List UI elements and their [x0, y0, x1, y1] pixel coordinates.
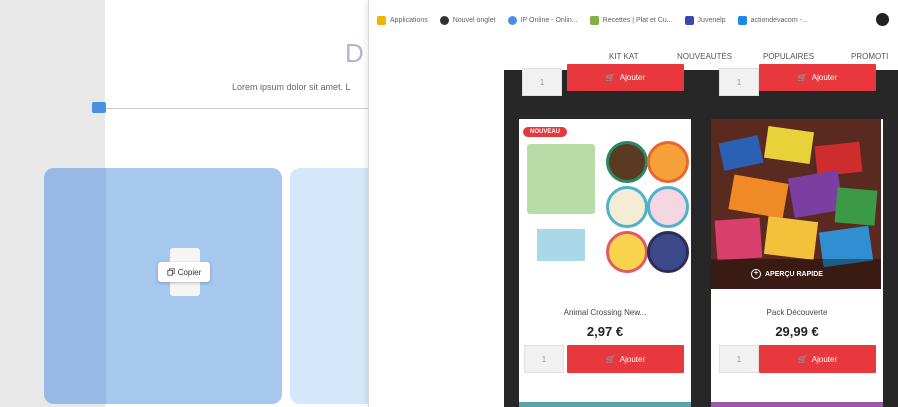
copy-button[interactable]: Copier: [158, 262, 210, 282]
bookmark-applications[interactable]: Applications: [377, 15, 428, 25]
snack-pack: [814, 141, 863, 177]
next-card-edge: [711, 402, 883, 407]
apps-grid-icon: [377, 15, 386, 25]
character-icon: [606, 231, 648, 273]
globe-icon: [439, 15, 449, 25]
nav-populaires[interactable]: POPULAIRES: [763, 52, 814, 61]
product-price: 2,97 €: [586, 324, 624, 339]
plus-circle-icon: +: [751, 269, 761, 279]
copy-tooltip-top: [170, 248, 200, 262]
divider: [100, 108, 368, 109]
quantity-input[interactable]: 1: [522, 68, 562, 96]
copy-tooltip-bottom: [170, 282, 200, 296]
lorem-text: Lorem ipsum dolor sit amet. L: [232, 82, 351, 92]
snack-pack: [728, 174, 789, 219]
nav-kit-kat[interactable]: KIT KAT: [609, 52, 639, 61]
character-icon: [606, 186, 648, 228]
cart-icon: 🛒: [605, 354, 616, 364]
add-to-cart-button[interactable]: 🛒 Ajouter: [567, 64, 684, 91]
character-icon: [606, 141, 648, 183]
bookmark-ip-online[interactable]: IP Online - Onlin...: [507, 15, 578, 25]
product-image-card: [537, 229, 585, 261]
snack-pack: [718, 135, 764, 171]
product-price: 29,99 €: [775, 324, 819, 339]
new-badge: NOUVEAU: [523, 127, 568, 137]
product-image-box: [527, 144, 595, 214]
snack-pack: [763, 216, 819, 260]
add-to-cart-button[interactable]: 🛒 Ajouter: [759, 64, 876, 91]
add-to-cart-button[interactable]: 🛒 Ajouter: [567, 345, 684, 373]
cart-icon: 🛒: [605, 73, 616, 82]
block-shade: [44, 168, 106, 404]
editor-block[interactable]: [290, 168, 368, 404]
selection-marker[interactable]: [92, 102, 106, 113]
quantity-input[interactable]: 1: [524, 345, 564, 373]
editor-block-selected[interactable]: [44, 168, 282, 404]
github-icon[interactable]: [876, 13, 889, 26]
product-title[interactable]: Animal Crossing New...: [519, 308, 691, 317]
snack-pack: [763, 125, 815, 165]
bookmarks-bar: Applications Nouvel onglet IP Online - O…: [369, 0, 898, 40]
bookmark-juvenelp[interactable]: Juvenelp: [684, 15, 726, 25]
character-icon: [647, 186, 689, 228]
quick-view-button[interactable]: + APERÇU RAPIDE: [751, 269, 823, 279]
recipe-icon: [589, 15, 599, 25]
nav-nouveautes[interactable]: NOUVEAUTÉS: [677, 52, 732, 61]
quantity-input[interactable]: 1: [719, 345, 759, 373]
add-to-cart-button[interactable]: 🛒 Ajouter: [759, 345, 876, 373]
actiondeva-icon: [737, 15, 747, 25]
character-icon: [647, 141, 689, 183]
cart-icon: 🛒: [797, 73, 808, 82]
snack-pack: [714, 217, 763, 261]
heading-fragment: D: [345, 38, 364, 68]
ip-online-icon: [507, 15, 517, 25]
snack-pack: [834, 187, 878, 226]
copy-label: Copier: [177, 267, 202, 277]
nav-promotions[interactable]: PROMOTI: [851, 52, 888, 61]
product-title[interactable]: Pack Découverte: [711, 308, 883, 317]
juvenelp-icon: [684, 15, 694, 25]
bookmark-new-tab[interactable]: Nouvel onglet: [439, 15, 496, 25]
bookmark-actiondeva[interactable]: actiondevacom -...: [737, 15, 808, 25]
next-card-edge: [519, 402, 691, 407]
browser-window: Applications Nouvel onglet IP Online - O…: [368, 0, 898, 407]
editor-pane: D Lorem ipsum dolor sit amet. L Copier: [0, 0, 368, 407]
cart-icon: 🛒: [797, 354, 808, 364]
quantity-input[interactable]: 1: [719, 68, 759, 96]
character-icon: [647, 231, 689, 273]
product-image: + APERÇU RAPIDE: [711, 119, 881, 289]
bookmark-recettes[interactable]: Recettes | Plat et Cu...: [589, 15, 673, 25]
copy-icon: [167, 268, 175, 276]
